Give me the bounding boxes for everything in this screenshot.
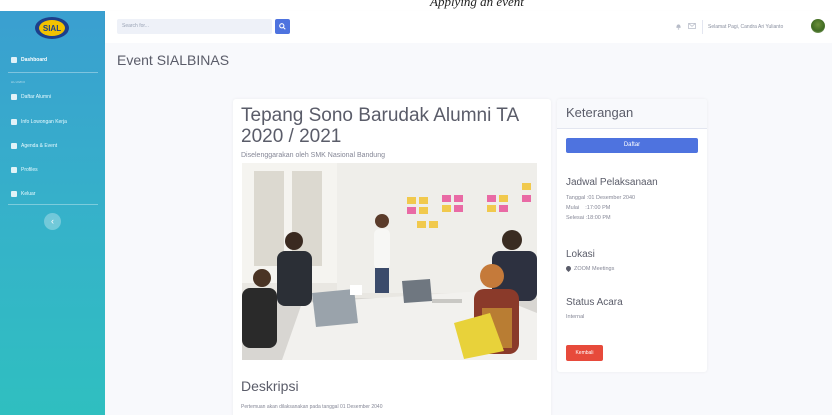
user-icon (11, 167, 17, 173)
caption-text: Applying an event (430, 0, 524, 9)
location-row: ZOOM Meetings (564, 265, 615, 273)
info-card-header: Keterangan (557, 99, 707, 129)
back-button[interactable]: Kembali (566, 345, 603, 361)
sidebar-divider (8, 72, 98, 73)
logout-icon (11, 191, 17, 197)
envelope-icon[interactable] (688, 23, 696, 31)
page-title: Event SIALBINAS (117, 52, 230, 68)
location-value: ZOOM Meetings (574, 266, 615, 272)
sidebar-item-label: Agenda & Event (21, 143, 58, 149)
logo-text: SIAL (43, 24, 61, 33)
location-heading: Lokasi (566, 249, 595, 260)
sidebar-item-label: Daftar Alumni (21, 94, 52, 100)
schedule-start: Mulai :17:00 PM (566, 205, 611, 211)
sidebar-divider (8, 204, 98, 205)
register-button[interactable]: Daftar (566, 138, 698, 153)
user-greeting[interactable]: Selamat Pagi, Candra Ari Yulianto (708, 24, 783, 30)
sidebar-item-keluar[interactable]: Keluar (11, 191, 35, 197)
sidebar-section-label: ALUMNI (11, 80, 26, 84)
event-card: Tepang Sono Barudak Alumni TA 2020 / 202… (233, 99, 551, 415)
main-content: Event SIALBINAS Tepang Sono Barudak Alum… (105, 43, 832, 415)
sidebar-item-label: Keluar (21, 191, 36, 197)
topbar-divider (702, 20, 703, 34)
status-value: Internal (566, 314, 585, 320)
sidebar-item-label: Profiles (21, 167, 38, 173)
bell-icon[interactable] (675, 23, 682, 32)
description-heading: Deskripsi (241, 378, 299, 394)
sidebar-item-info-lowongan[interactable]: Info Lowongan Kerja (11, 119, 67, 125)
sidebar-item-agenda-event[interactable]: Agenda & Event (11, 143, 57, 149)
sidebar-item-daftar-alumni[interactable]: Daftar Alumni (11, 94, 51, 100)
calendar-icon (11, 143, 17, 149)
status-heading: Status Acara (566, 297, 623, 308)
search-icon (279, 23, 286, 31)
figure-caption: Applying an event (0, 0, 832, 11)
sidebar-item-label: Info Lowongan Kerja (21, 119, 67, 125)
search-button[interactable] (275, 19, 290, 34)
schedule-heading: Jadwal Pelaksanaan (566, 177, 658, 188)
info-card: Keterangan Daftar Jadwal Pelaksanaan Tan… (557, 99, 707, 372)
chevron-left-icon: ‹ (51, 216, 54, 226)
avatar[interactable] (811, 19, 825, 33)
users-icon (11, 94, 17, 100)
sidebar: SIAL Dashboard ALUMNI Daftar Alumni Info… (0, 11, 105, 415)
schedule-date: Tanggal :01 Desember 2040 (566, 195, 636, 201)
event-photo (242, 163, 537, 360)
dashboard-icon (11, 57, 17, 63)
briefcase-icon (11, 119, 17, 125)
app-logo[interactable]: SIAL (34, 16, 70, 40)
sidebar-toggle-button[interactable]: ‹ (44, 213, 61, 230)
search-input[interactable]: Search for... (117, 19, 272, 34)
topbar: Search for... Selamat Pagi, Candra Ari Y… (105, 11, 832, 43)
map-pin-icon (564, 265, 573, 273)
description-text: Pertemuan akan dilaksanakan pada tanggal… (241, 404, 383, 410)
sidebar-item-profiles[interactable]: Profiles (11, 167, 38, 173)
info-card-title: Keterangan (566, 105, 634, 120)
sidebar-item-dashboard[interactable]: Dashboard (11, 57, 47, 63)
sidebar-item-label: Dashboard (21, 57, 48, 63)
event-organizer: Diselenggarakan oleh SMK Nasional Bandun… (241, 152, 385, 159)
event-title: Tepang Sono Barudak Alumni TA 2020 / 202… (241, 105, 519, 147)
schedule-end: Selesai :18:00 PM (566, 215, 611, 221)
